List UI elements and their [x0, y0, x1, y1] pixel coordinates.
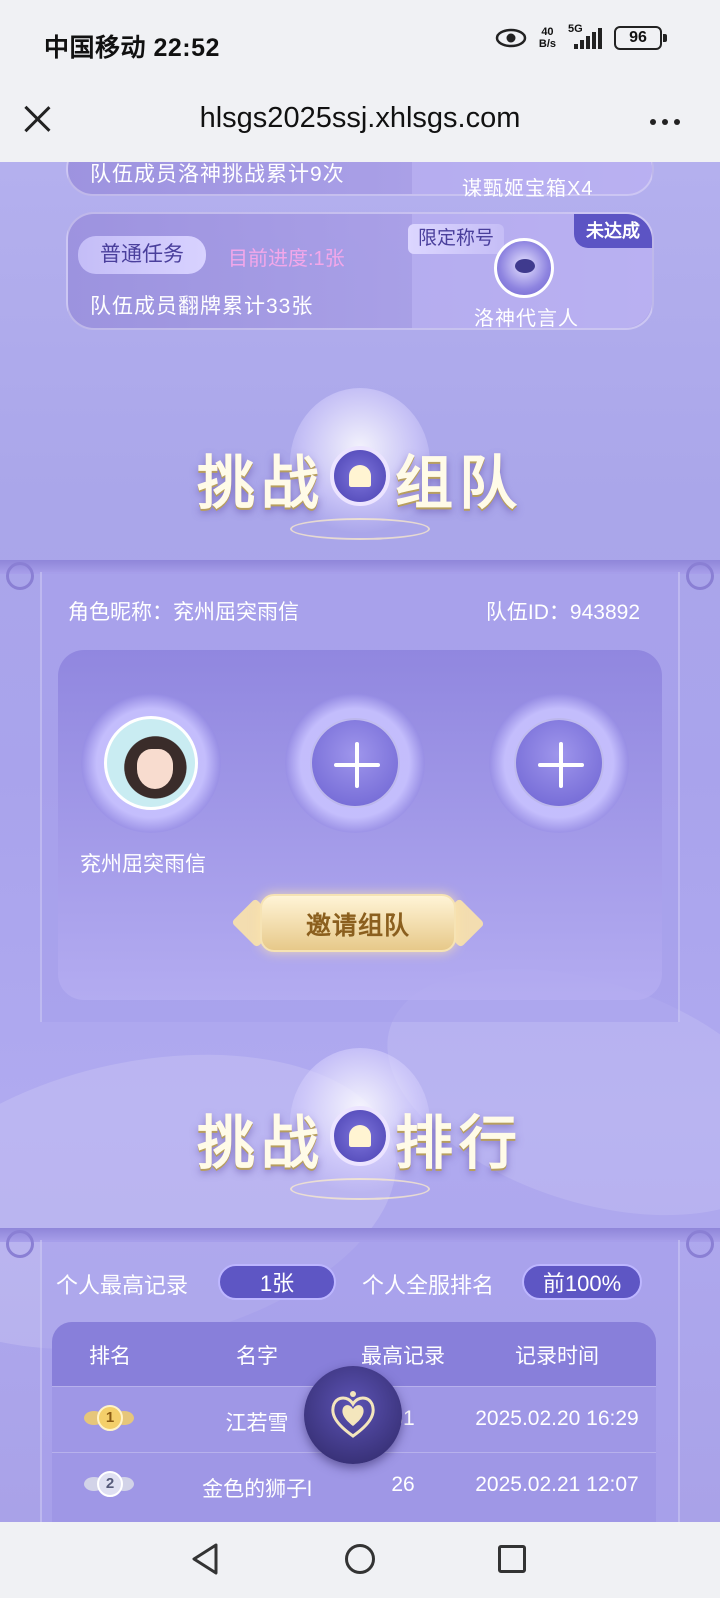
- task-description: 队伍成员翻牌累计33张: [90, 295, 314, 318]
- avatar: [104, 716, 198, 810]
- plus-icon: [310, 718, 400, 808]
- home-icon[interactable]: [345, 1544, 375, 1574]
- eye-icon: [495, 27, 527, 49]
- title-emblem-icon: [494, 238, 554, 298]
- reward-name: 洛神代言人: [474, 308, 579, 330]
- heart-emblem-icon: [326, 1388, 380, 1442]
- network-type: 5G: [568, 23, 583, 35]
- record-time: 2025.02.21 12:07: [475, 1473, 639, 1496]
- gold-medal-icon: 1: [84, 1405, 134, 1435]
- lotus-medallion-icon: [330, 446, 390, 506]
- nickname-label: 角色昵称：兖州屈突雨信: [68, 601, 299, 624]
- column-header: 记录时间: [515, 1345, 599, 1368]
- more-icon[interactable]: [650, 119, 680, 125]
- task-type-tag: 普通任务: [78, 236, 206, 274]
- plus-icon: [514, 718, 604, 808]
- url-text[interactable]: hlsgs2025ssj.xhlsgs.com: [0, 102, 720, 135]
- net-speed: 40 B/s: [539, 26, 556, 50]
- task-card: 普通任务 目前进度:1张 队伍成员翻牌累计33张 限定称号 未达成 洛神代言人: [66, 212, 654, 330]
- team-id-label: 队伍ID：943892: [485, 601, 640, 624]
- server-rank-value: 前100%: [522, 1264, 642, 1300]
- silver-medal-icon: 2: [84, 1471, 134, 1501]
- signal-icon: 5G: [568, 23, 602, 49]
- status-bar: 中国移动 22:52 40 B/s 5G 96: [0, 0, 720, 86]
- task-description: 队伍成员洛神挑战累计9次: [90, 163, 345, 186]
- reward-name: 谋甄姬宝箱X4: [462, 178, 594, 200]
- invite-team-button[interactable]: 邀请组队: [231, 886, 485, 958]
- player-name: 金色的狮子l: [202, 1478, 312, 1501]
- task-progress: 目前进度:1张: [228, 248, 345, 270]
- player-name: 江若雪: [225, 1412, 289, 1435]
- best-record-value: 1张: [218, 1264, 336, 1300]
- status-icons: 40 B/s 5G 96: [495, 23, 667, 50]
- server-rank-label: 个人全服排名: [362, 1273, 495, 1298]
- column-header: 名字: [236, 1345, 278, 1368]
- column-header: 最高记录: [361, 1345, 445, 1368]
- column-header: 排名: [89, 1345, 131, 1368]
- carrier-time: 中国移动 22:52: [44, 34, 220, 62]
- floating-menu-button[interactable]: [304, 1366, 402, 1464]
- battery-level: 96: [629, 29, 647, 46]
- best-record-label: 个人最高记录: [56, 1273, 189, 1298]
- net-speed-unit: B/s: [538, 38, 556, 50]
- lotus-medallion-icon: [330, 1106, 390, 1166]
- task-card: 队伍成员洛神挑战累计9次 谋甄姬宝箱X4: [66, 162, 654, 200]
- reward-tag: 限定称号: [408, 224, 505, 254]
- recents-icon[interactable]: [498, 1545, 526, 1573]
- section-title-left: 挑战: [196, 1109, 325, 1177]
- status-badge: 未达成: [574, 214, 652, 248]
- rank-number: 2: [97, 1471, 123, 1497]
- member-name: 兖州屈突雨信: [80, 853, 206, 876]
- record-time: 2025.02.20 16:29: [475, 1407, 639, 1430]
- net-speed-value: 40: [541, 26, 554, 38]
- rank-section-header: 挑战 排行: [0, 1048, 720, 1218]
- section-title-left: 挑战: [196, 449, 325, 517]
- team-slot-filled[interactable]: [76, 688, 226, 838]
- page-content: 队伍成员洛神挑战累计9次 谋甄姬宝箱X4 普通任务 目前进度:1张 队伍成员翻牌…: [0, 162, 720, 1522]
- back-icon[interactable]: [190, 1542, 220, 1576]
- player-record: 26: [391, 1473, 415, 1496]
- browser-toolbar: hlsgs2025ssj.xhlsgs.com: [0, 86, 720, 162]
- team-slot-empty[interactable]: [280, 688, 430, 838]
- section-title-right: 排行: [395, 1109, 524, 1177]
- team-section-header: 挑战 组队: [0, 388, 720, 558]
- invite-button-label: 邀请组队: [305, 912, 410, 940]
- team-slot-empty[interactable]: [484, 688, 634, 838]
- section-title-right: 组队: [395, 449, 524, 517]
- battery-icon: 96: [614, 26, 667, 50]
- system-nav-bar: [0, 1522, 720, 1598]
- rank-number: 1: [97, 1405, 123, 1431]
